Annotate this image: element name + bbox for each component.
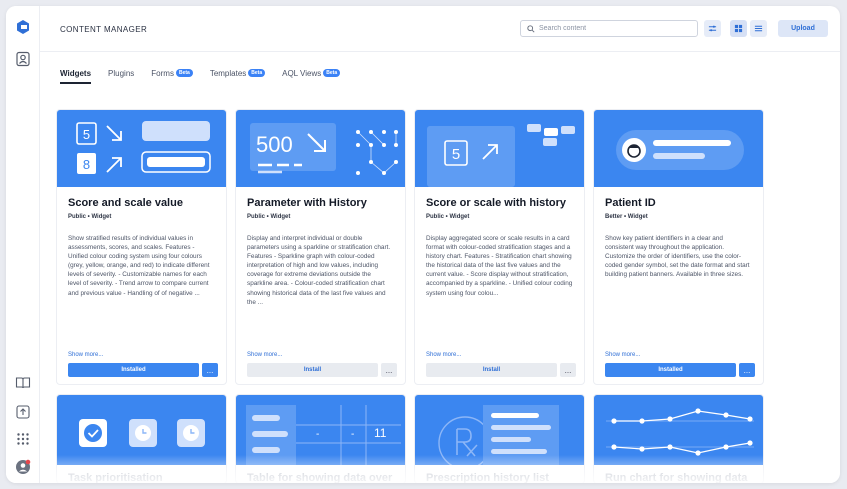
install-button[interactable]: Install — [426, 363, 557, 377]
sidebar — [6, 6, 40, 483]
card-actions: Installed ... — [68, 363, 218, 377]
widget-card-parameter-with-history[interactable]: 500 Parameter with History Public • Widg… — [235, 109, 406, 385]
card-thumbnail: - - 11 — [236, 395, 405, 465]
patient-id-illustration — [616, 130, 744, 170]
tab-forms[interactable]: Forms Beta — [151, 66, 193, 80]
card-thumbnail — [415, 395, 584, 465]
widget-card-prescription-history[interactable]: Prescription history list — [414, 394, 585, 483]
card-description: Show key patient identifiers in a clear … — [605, 235, 750, 279]
tab-plugins[interactable]: Plugins — [108, 66, 134, 80]
card-thumbnail — [594, 110, 763, 187]
card-thumbnail — [594, 395, 763, 465]
card-description: Show stratified results of individual va… — [68, 235, 210, 297]
card-thumbnail: 5 — [415, 110, 584, 187]
tab-widgets[interactable]: Widgets — [60, 66, 92, 84]
tab-label: Plugins — [108, 68, 135, 78]
avatar[interactable] — [14, 458, 32, 476]
widget-card-task-prioritisation[interactable]: Task prioritisation — [56, 394, 227, 483]
card-title: Score and scale value — [68, 197, 183, 209]
thumb-parameter-value: 500 — [256, 132, 293, 157]
card-title: Patient ID — [605, 197, 656, 209]
top-header: CONTENT MANAGER Upload — [40, 6, 840, 52]
card-title: Parameter with History — [247, 197, 367, 209]
app-window: CONTENT MANAGER Upload Widgets Plugins F… — [6, 6, 840, 483]
parameter-history-illustration: 500 — [250, 123, 398, 175]
card-thumbnail: 500 — [236, 110, 405, 187]
book-icon[interactable] — [14, 374, 32, 392]
app-logo-icon[interactable] — [14, 18, 32, 36]
score-history-illustration: 5 — [427, 124, 575, 187]
search-icon — [527, 24, 535, 33]
more-options-button[interactable]: ... — [739, 363, 755, 377]
show-more-link[interactable]: Show more... — [247, 352, 282, 358]
card-title: Score or scale with history — [426, 197, 566, 209]
thumb-table-value: 11 — [374, 426, 387, 440]
widget-card-run-chart[interactable]: Run chart for showing data — [593, 394, 764, 483]
thumb-score-value: 5 — [452, 146, 460, 163]
table-illustration: - - 11 — [246, 405, 401, 465]
card-title: Prescription history list — [426, 472, 549, 483]
thumb-score-value: 5 — [83, 127, 90, 142]
widget-card-score-or-scale-with-history[interactable]: 5 Score or scale with history Public • W… — [414, 109, 585, 385]
upload-icon[interactable] — [14, 403, 32, 421]
tab-label: Widgets — [60, 68, 92, 78]
card-title: Table for showing data over — [247, 472, 393, 483]
more-options-button[interactable]: ... — [381, 363, 397, 377]
beta-badge: Beta — [175, 69, 193, 77]
widget-card-table-data[interactable]: - - 11 Table for showing data over — [235, 394, 406, 483]
tab-label: Forms — [151, 68, 174, 78]
card-meta: Public • Widget — [247, 214, 291, 220]
thumb-table-dash: - — [351, 429, 354, 440]
grid-view-button[interactable] — [730, 20, 747, 37]
apps-grid-icon[interactable] — [14, 430, 32, 448]
tab-label: AQL Views — [282, 68, 322, 78]
card-thumbnail: 5 8 — [57, 110, 226, 187]
card-actions: Installed ... — [605, 363, 755, 377]
widget-card-score-and-scale-value[interactable]: 5 8 Score and scale value Public • Widge… — [56, 109, 227, 385]
filter-sliders-icon — [708, 25, 717, 32]
thumb-scale-value: 8 — [83, 157, 90, 172]
card-meta: Better • Widget — [605, 214, 648, 220]
search-input[interactable] — [539, 25, 689, 32]
run-chart-illustration — [606, 408, 754, 456]
card-meta: Public • Widget — [68, 214, 112, 220]
thumb-table-dash: - — [316, 429, 319, 440]
upload-button[interactable]: Upload — [778, 20, 828, 37]
list-view-button[interactable] — [750, 20, 767, 37]
beta-badge: Beta — [323, 69, 341, 77]
card-title: Task prioritisation — [68, 472, 163, 483]
card-actions: Install ... — [247, 363, 397, 377]
beta-badge: Beta — [248, 69, 266, 77]
score-scale-illustration: 5 8 — [76, 121, 211, 174]
installed-button[interactable]: Installed — [605, 363, 736, 377]
install-button[interactable]: Install — [247, 363, 378, 377]
widget-card-patient-id[interactable]: Patient ID Better • Widget Show key pati… — [593, 109, 764, 385]
card-actions: Install ... — [426, 363, 576, 377]
card-meta: Public • Widget — [426, 214, 470, 220]
page-title: CONTENT MANAGER — [60, 25, 148, 34]
card-title: Run chart for showing data — [605, 472, 748, 483]
more-options-button[interactable]: ... — [202, 363, 218, 377]
tab-label: Templates — [209, 68, 247, 78]
prescription-illustration — [438, 405, 559, 465]
grid-view-icon — [734, 24, 743, 33]
more-options-button[interactable]: ... — [560, 363, 576, 377]
list-view-icon — [754, 25, 763, 32]
show-more-link[interactable]: Show more... — [68, 352, 103, 358]
content-tabs: Widgets Plugins Forms Beta Templates Beta … — [60, 66, 357, 84]
task-prioritisation-illustration — [79, 419, 205, 447]
card-thumbnail — [57, 395, 226, 465]
search-box[interactable] — [520, 20, 698, 37]
filter-button[interactable] — [704, 20, 721, 37]
tab-templates[interactable]: Templates Beta — [209, 66, 266, 80]
user-profile-icon[interactable] — [14, 50, 32, 68]
show-more-link[interactable]: Show more... — [605, 352, 640, 358]
installed-button[interactable]: Installed — [68, 363, 199, 377]
card-description: Display aggregated score or scale result… — [426, 235, 573, 297]
card-description: Display and interpret individual or doub… — [247, 235, 391, 306]
tab-aql-views[interactable]: AQL Views Beta — [282, 66, 341, 80]
show-more-link[interactable]: Show more... — [426, 352, 461, 358]
